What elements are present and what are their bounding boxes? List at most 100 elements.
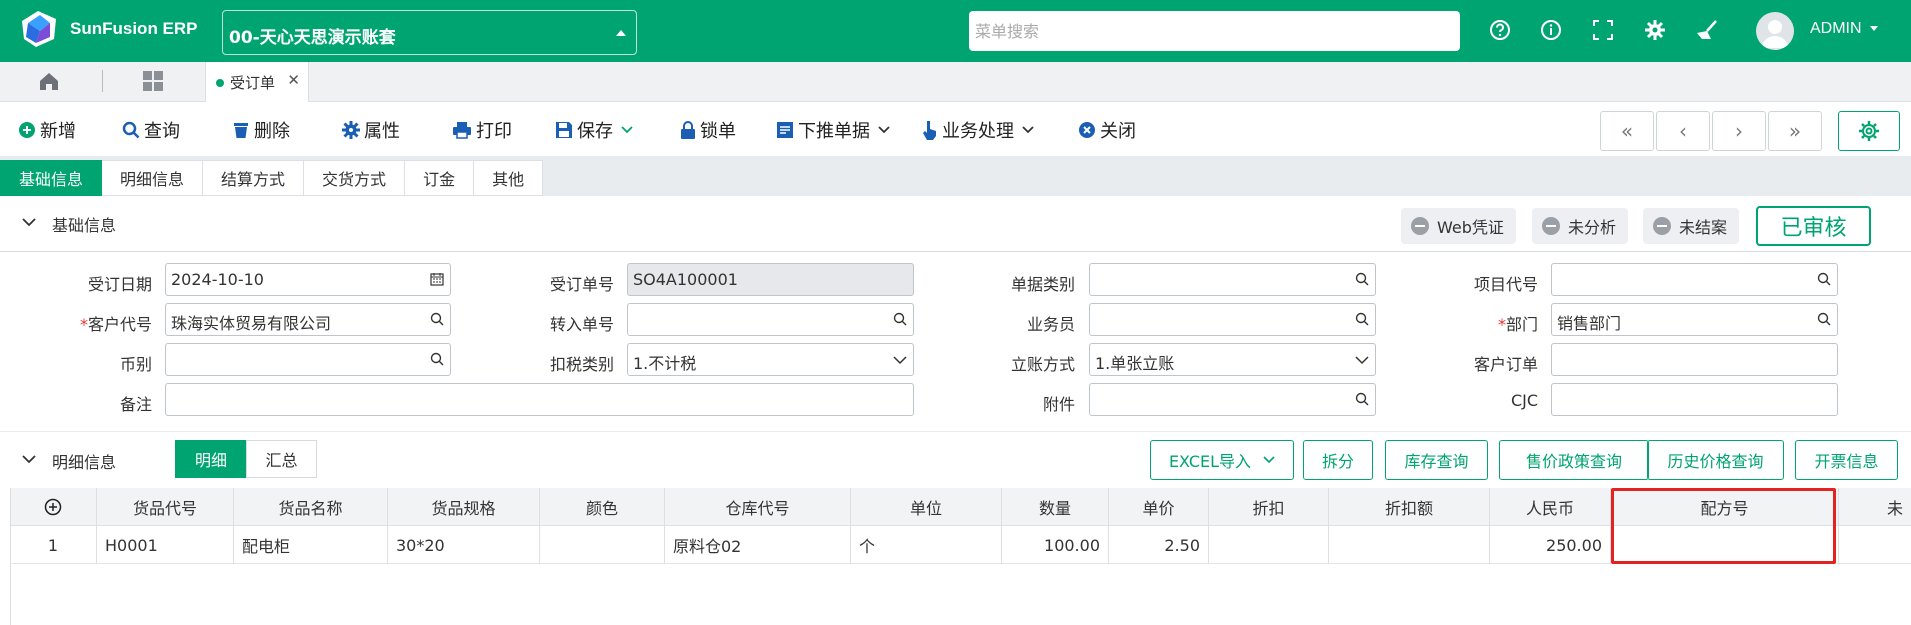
- tax-type-select[interactable]: 1.不计税: [627, 343, 914, 376]
- new-button[interactable]: 新增: [18, 117, 76, 143]
- add-row-button[interactable]: [10, 488, 97, 526]
- tab-divider: [102, 70, 103, 92]
- search-icon[interactable]: [1817, 272, 1831, 286]
- cell-discount[interactable]: [1209, 526, 1329, 564]
- info-icon[interactable]: [1538, 17, 1564, 43]
- column-header[interactable]: 货品代号: [97, 488, 234, 526]
- tab-basic-info[interactable]: 基础信息: [0, 160, 103, 196]
- search-icon[interactable]: [430, 312, 444, 326]
- cell-color[interactable]: [540, 526, 665, 564]
- cell-price[interactable]: 2.50: [1109, 526, 1209, 564]
- department-label: *部门: [1408, 311, 1538, 335]
- cell-warehouse[interactable]: 原料仓02: [665, 526, 851, 564]
- column-header[interactable]: 折扣: [1209, 488, 1329, 526]
- view-summary-toggle[interactable]: 汇总: [246, 440, 317, 478]
- price-policy-button[interactable]: 售价政策查询: [1499, 440, 1649, 480]
- tab-deposit[interactable]: 订金: [405, 160, 475, 196]
- column-header[interactable]: 仓库代号: [665, 488, 851, 526]
- fullscreen-icon[interactable]: [1590, 17, 1616, 43]
- department-field[interactable]: 销售部门: [1551, 303, 1838, 336]
- home-icon[interactable]: [38, 70, 60, 92]
- tab-delivery[interactable]: 交货方式: [304, 160, 406, 196]
- business-button[interactable]: 业务处理: [922, 117, 1034, 143]
- cell-extra[interactable]: [1839, 526, 1911, 564]
- menu-search-input[interactable]: [969, 11, 1460, 51]
- search-icon[interactable]: [430, 352, 444, 366]
- order-no-field: SO4A100001: [627, 263, 914, 296]
- column-header[interactable]: 单价: [1109, 488, 1209, 526]
- cell-unit[interactable]: 个: [851, 526, 1002, 564]
- column-header[interactable]: 折扣额: [1329, 488, 1490, 526]
- column-header[interactable]: 单位: [851, 488, 1002, 526]
- search-icon[interactable]: [1355, 272, 1369, 286]
- formula-column-highlight: [1611, 488, 1836, 564]
- push-down-button[interactable]: 下推单据: [776, 117, 890, 143]
- print-button[interactable]: 打印: [452, 117, 512, 143]
- customer-code-field[interactable]: 珠海实体贸易有限公司: [165, 303, 451, 336]
- cell-spec[interactable]: 30*20: [388, 526, 540, 564]
- view-detail-toggle[interactable]: 明细: [175, 440, 247, 478]
- customer-order-field[interactable]: [1551, 343, 1838, 376]
- column-header[interactable]: 未: [1839, 488, 1911, 526]
- price-history-button[interactable]: 历史价格查询: [1647, 440, 1784, 480]
- column-header[interactable]: 货品规格: [388, 488, 540, 526]
- column-header[interactable]: 货品名称: [234, 488, 388, 526]
- settings-button[interactable]: [1838, 111, 1900, 151]
- column-header[interactable]: 颜色: [540, 488, 665, 526]
- chevron-down-icon[interactable]: [22, 218, 36, 228]
- calendar-icon[interactable]: [430, 272, 444, 286]
- stock-query-button[interactable]: 库存查询: [1385, 440, 1488, 480]
- save-button[interactable]: 保存: [555, 117, 633, 143]
- department-label-text: 部门: [1505, 315, 1538, 334]
- attributes-button[interactable]: 属性: [342, 117, 400, 143]
- last-record-button[interactable]: »: [1768, 111, 1822, 151]
- remarks-field[interactable]: [165, 383, 914, 416]
- chevron-down-icon[interactable]: [22, 455, 36, 465]
- search-icon[interactable]: [1355, 312, 1369, 326]
- cjc-field[interactable]: [1551, 383, 1838, 416]
- close-icon[interactable]: ✕: [287, 71, 300, 89]
- cog-icon: [342, 121, 360, 139]
- attachment-field[interactable]: [1089, 383, 1376, 416]
- cell-rmb[interactable]: 250.00: [1490, 526, 1611, 564]
- tab-settlement[interactable]: 结算方式: [203, 160, 305, 196]
- search-icon[interactable]: [1817, 312, 1831, 326]
- project-code-field[interactable]: [1551, 263, 1838, 296]
- lock-button[interactable]: 锁单: [680, 117, 736, 143]
- query-label: 查询: [144, 121, 180, 142]
- column-header[interactable]: 数量: [1002, 488, 1109, 526]
- help-icon[interactable]: [1487, 17, 1513, 43]
- transfer-no-field[interactable]: [627, 303, 914, 336]
- cell-quantity[interactable]: 100.00: [1002, 526, 1109, 564]
- column-header[interactable]: 人民币: [1490, 488, 1611, 526]
- first-record-button[interactable]: «: [1600, 111, 1654, 151]
- prev-record-button[interactable]: ‹: [1656, 111, 1710, 151]
- next-record-button[interactable]: ›: [1712, 111, 1766, 151]
- delete-button[interactable]: 删除: [232, 117, 290, 143]
- invoice-info-button[interactable]: 开票信息: [1795, 440, 1898, 480]
- search-icon[interactable]: [1355, 392, 1369, 406]
- tab-other[interactable]: 其他: [474, 160, 544, 196]
- search-icon[interactable]: [893, 312, 907, 326]
- tab-order[interactable]: 受订单 ✕: [205, 62, 309, 102]
- grid-icon[interactable]: [142, 70, 164, 92]
- cell-discount-amount[interactable]: [1329, 526, 1490, 564]
- gear-icon[interactable]: [1642, 17, 1668, 43]
- cell-product-name[interactable]: 配电柜: [234, 526, 388, 564]
- close-button[interactable]: 关闭: [1078, 117, 1136, 143]
- cell-product-code[interactable]: H0001: [97, 526, 234, 564]
- detail-title: 明细信息: [52, 453, 117, 472]
- user-menu[interactable]: ADMIN: [1810, 20, 1878, 38]
- split-button[interactable]: 拆分: [1303, 440, 1373, 480]
- salesperson-field[interactable]: [1089, 303, 1376, 336]
- tab-detail-info[interactable]: 明细信息: [102, 160, 204, 196]
- doc-type-field[interactable]: [1089, 263, 1376, 296]
- account-method-select[interactable]: 1.单张立账: [1089, 343, 1376, 376]
- query-button[interactable]: 查询: [122, 117, 180, 143]
- avatar[interactable]: [1756, 12, 1794, 50]
- excel-import-button[interactable]: EXCEL导入: [1150, 440, 1294, 480]
- account-selector[interactable]: 00-天心天思演示账套: [222, 10, 637, 55]
- currency-field[interactable]: [165, 343, 451, 376]
- broom-icon[interactable]: [1694, 17, 1720, 43]
- order-date-field[interactable]: 2024-10-10: [165, 263, 451, 296]
